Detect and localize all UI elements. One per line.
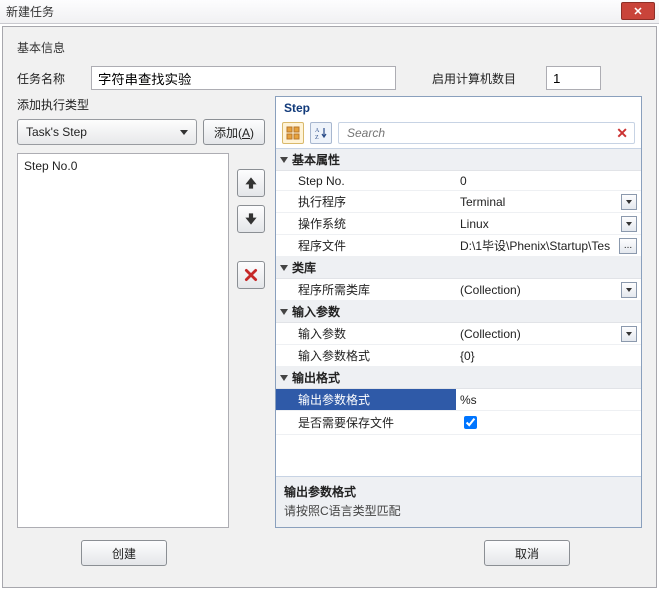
arrow-down-icon [244, 212, 258, 226]
chevron-down-icon [626, 222, 632, 226]
property-toolbar: A Z ✕ [276, 118, 641, 149]
move-up-button[interactable] [237, 169, 265, 197]
prop-exec[interactable]: 执行程序 Terminal [276, 191, 641, 213]
description-title: 输出参数格式 [284, 483, 633, 500]
chevron-down-icon [180, 130, 188, 135]
prop-save-file[interactable]: 是否需要保存文件 [276, 411, 641, 435]
task-name-input[interactable] [91, 66, 396, 90]
dropdown-button[interactable] [621, 282, 637, 298]
collapse-icon [280, 309, 288, 315]
basic-info-legend: 基本信息 [17, 39, 642, 56]
close-icon: ✕ [633, 5, 642, 18]
move-down-button[interactable] [237, 205, 265, 233]
enable-count-input[interactable] [546, 66, 601, 90]
categorized-icon [286, 126, 300, 140]
property-grid[interactable]: 基本属性 Step No. 0 执行程序 Terminal 操作系统 Linux [276, 149, 641, 476]
basic-info-section: 基本信息 任务名称 启用计算机数目 [3, 27, 656, 96]
side-buttons [237, 169, 265, 528]
category-basic[interactable]: 基本属性 [276, 149, 641, 171]
main-area: 添加执行类型 Task's Step 添加(A) Step No.0 [3, 96, 656, 536]
collapse-icon [280, 157, 288, 163]
chevron-down-icon [626, 200, 632, 204]
prop-os[interactable]: 操作系统 Linux [276, 213, 641, 235]
step-list[interactable]: Step No.0 [17, 153, 229, 528]
clear-search-icon[interactable]: ✕ [616, 125, 628, 142]
collapse-icon [280, 375, 288, 381]
close-button[interactable]: ✕ [621, 2, 655, 20]
window-body: 基本信息 任务名称 启用计算机数目 添加执行类型 Task's Step 添加(… [2, 26, 657, 588]
category-lib[interactable]: 类库 [276, 257, 641, 279]
description-pane: 输出参数格式 请按照C语言类型匹配 [276, 476, 641, 527]
window-title: 新建任务 [6, 3, 54, 20]
chevron-down-icon [626, 288, 632, 292]
chevron-down-icon [626, 332, 632, 336]
svg-text:Z: Z [315, 135, 319, 140]
add-exec-type-legend: 添加执行类型 [17, 96, 265, 113]
cancel-button[interactable]: 取消 [484, 540, 570, 566]
dropdown-button[interactable] [621, 326, 637, 342]
prop-lib[interactable]: 程序所需类库 (Collection) [276, 279, 641, 301]
delete-button[interactable] [237, 261, 265, 289]
property-panel: Step A Z [275, 96, 642, 528]
description-body: 请按照C语言类型匹配 [284, 502, 633, 519]
save-file-checkbox[interactable] [464, 416, 477, 429]
enable-count-label: 启用计算机数目 [432, 70, 532, 87]
dropdown-button[interactable] [621, 216, 637, 232]
categorized-button[interactable] [282, 122, 304, 144]
arrow-up-icon [244, 176, 258, 190]
title-bar: 新建任务 ✕ [0, 0, 659, 24]
property-search[interactable]: ✕ [338, 122, 635, 144]
category-in[interactable]: 输入参数 [276, 301, 641, 323]
prop-file[interactable]: 程序文件 D:\1毕设\Phenix\Startup\TestApp... [276, 235, 641, 257]
property-panel-header: Step [276, 97, 641, 118]
browse-button[interactable]: ... [619, 238, 637, 254]
create-button[interactable]: 创建 [81, 540, 167, 566]
prop-out-fmt[interactable]: 输出参数格式 %s [276, 389, 641, 411]
property-search-input[interactable] [345, 125, 616, 141]
exec-type-combo[interactable]: Task's Step [17, 119, 197, 145]
bottom-bar: 创建 取消 [3, 536, 656, 576]
delete-icon [244, 268, 258, 282]
alphabetical-button[interactable]: A Z [310, 122, 332, 144]
add-button[interactable]: 添加(A) [203, 119, 265, 145]
prop-step-no[interactable]: Step No. 0 [276, 171, 641, 191]
prop-in-fmt[interactable]: 输入参数格式 {0} [276, 345, 641, 367]
task-name-label: 任务名称 [17, 70, 77, 87]
prop-in-param[interactable]: 输入参数 (Collection) [276, 323, 641, 345]
dropdown-button[interactable] [621, 194, 637, 210]
list-item[interactable]: Step No.0 [24, 158, 222, 174]
svg-text:A: A [315, 128, 320, 134]
category-out[interactable]: 输出格式 [276, 367, 641, 389]
exec-type-combo-value: Task's Step [26, 125, 87, 139]
collapse-icon [280, 265, 288, 271]
sort-az-icon: A Z [314, 126, 328, 140]
left-panel: 添加执行类型 Task's Step 添加(A) Step No.0 [17, 96, 265, 528]
